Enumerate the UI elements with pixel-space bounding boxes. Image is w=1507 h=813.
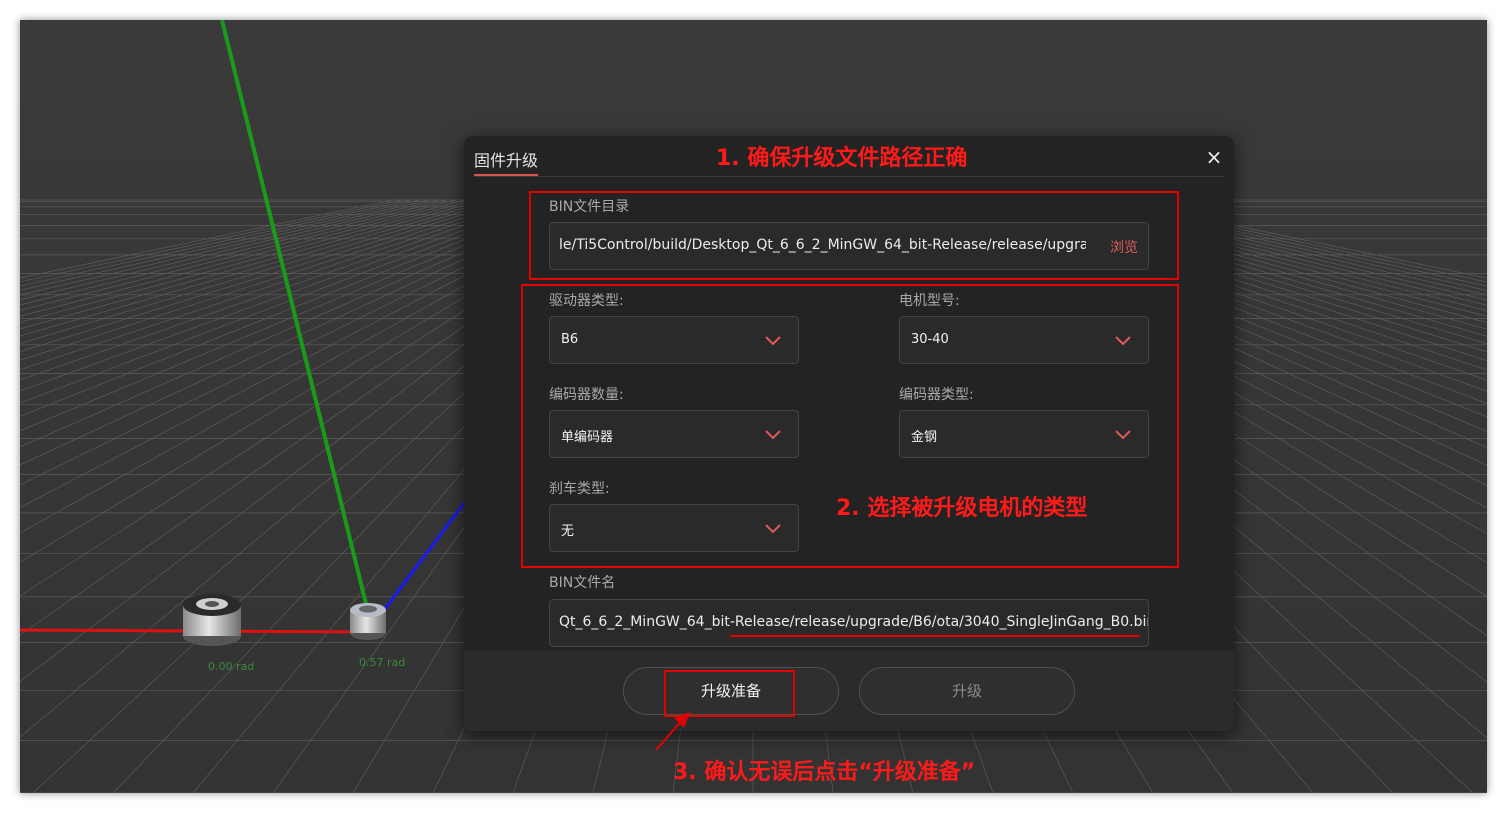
driver-type-value: B6: [561, 332, 579, 347]
encoder-type-select[interactable]: 金钢: [899, 410, 1149, 458]
encoder-type-label: 编码器类型:: [899, 387, 974, 403]
brake-type-value: 无: [561, 524, 575, 539]
motor-joint-2: [350, 603, 386, 640]
annotation-step-1: 1. 确保升级文件路径正确: [716, 146, 968, 171]
bin-name-label: BIN文件名: [549, 575, 616, 591]
encoder-count-value: 单编码器: [561, 430, 614, 445]
annotation-step-3: 3. 确认无误后点击“升级准备”: [673, 760, 976, 785]
brake-type-select[interactable]: 无: [549, 504, 799, 552]
chevron-down-icon: [1115, 430, 1131, 440]
browse-button[interactable]: 浏览: [1110, 237, 1138, 257]
motor-model-select[interactable]: 30-40: [899, 316, 1149, 364]
annotation-arrow: [655, 712, 690, 751]
chevron-down-icon: [765, 430, 781, 440]
driver-type-label: 驱动器类型:: [549, 293, 624, 309]
upgrade-prepare-label: 升级准备: [700, 682, 761, 700]
bin-dir-input[interactable]: le/Ti5Control/build/Desktop_Qt_6_6_2_Min…: [549, 222, 1149, 270]
joint-2-value: 0.57 rad: [359, 656, 406, 669]
annotation-step-2: 2. 选择被升级电机的类型: [836, 496, 1088, 521]
joint-1-value: 0.00 rad: [208, 660, 255, 673]
brake-type-label: 刹车类型:: [549, 481, 610, 497]
encoder-count-label: 编码器数量:: [549, 387, 624, 403]
bin-name-value: Qt_6_6_2_MinGW_64_bit-Release/release/up…: [559, 614, 1149, 630]
chevron-down-icon: [765, 336, 781, 346]
upgrade-button[interactable]: 升级: [859, 667, 1075, 715]
dialog-footer: 升级准备 升级: [464, 650, 1234, 731]
dialog-title: 固件升级: [474, 151, 539, 170]
motor-model-value: 30-40: [911, 332, 949, 347]
close-icon: ×: [1205, 145, 1223, 169]
firmware-upgrade-dialog: 固件升级 × BIN文件目录 le/Ti5Control/build/Deskt…: [464, 136, 1234, 731]
bin-dir-label: BIN文件目录: [549, 199, 630, 215]
chevron-down-icon: [1115, 336, 1131, 346]
motor-model-label: 电机型号:: [899, 293, 960, 309]
encoder-count-select[interactable]: 单编码器: [549, 410, 799, 458]
driver-type-select[interactable]: B6: [549, 316, 799, 364]
bin-name-input[interactable]: Qt_6_6_2_MinGW_64_bit-Release/release/up…: [549, 599, 1149, 647]
bin-dir-value: le/Ti5Control/build/Desktop_Qt_6_6_2_Min…: [559, 237, 1106, 253]
header-divider: [474, 176, 1224, 177]
upgrade-label: 升级: [951, 682, 982, 700]
bin-name-underline: [730, 635, 1140, 637]
chevron-down-icon: [765, 524, 781, 534]
motor-joint-1: [183, 594, 241, 646]
close-button[interactable]: ×: [1201, 144, 1227, 170]
encoder-type-value: 金钢: [911, 430, 938, 445]
